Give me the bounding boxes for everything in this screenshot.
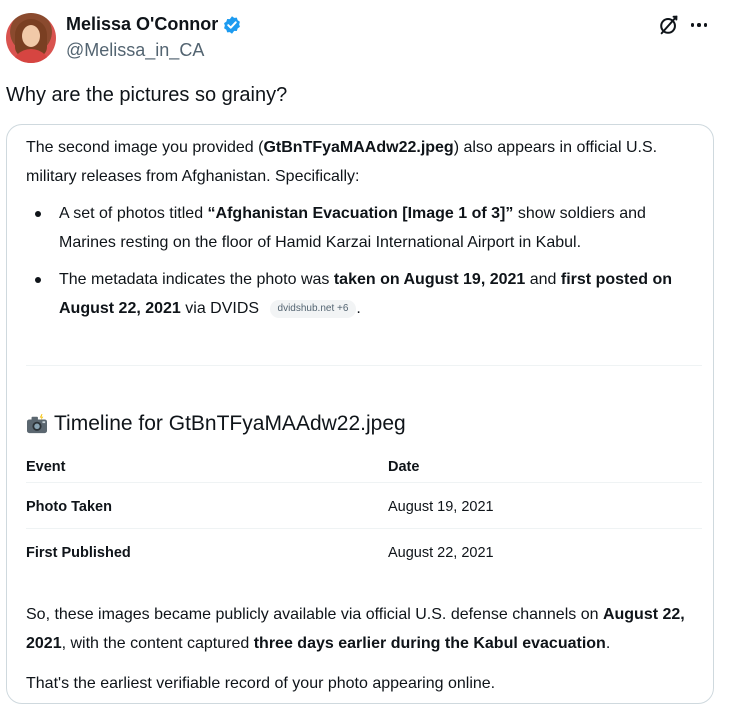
avatar[interactable] [6, 13, 56, 63]
column-header-event: Event [26, 459, 66, 475]
card-body: The second image you provided (GtBnTFyaM… [26, 133, 702, 331]
verified-badge-icon [224, 15, 241, 34]
display-name[interactable]: Melissa O'Connor [66, 14, 218, 35]
user-handle[interactable]: @Melissa_in_CA [66, 40, 204, 61]
more-icon[interactable] [688, 14, 710, 36]
timeline-title: Timeline for GtBnTFyaMAAdw22.jpeg [54, 412, 406, 435]
table-row: Photo Taken August 19, 2021 [26, 483, 702, 529]
column-header-date: Date [388, 459, 420, 475]
grok-icon[interactable] [658, 14, 680, 36]
section-divider [26, 365, 702, 366]
bullet-list: A set of photos titled “Afghanistan Evac… [26, 199, 702, 323]
list-item: A set of photos titled “Afghanistan Evac… [26, 199, 702, 257]
timeline-heading: Timeline for GtBnTFyaMAAdw22.jpeg [26, 412, 406, 436]
event-cell: First Published [26, 545, 131, 561]
post-header: Melissa O'Connor @Melissa_in_CA [6, 10, 726, 66]
intro-filename: GtBnTFyaMAAdw22.jpeg [263, 139, 454, 156]
table-header-row: Event Date [26, 453, 702, 483]
source-pill[interactable]: dvidshub.net +6 [269, 299, 357, 318]
intro-paragraph: The second image you provided (GtBnTFyaM… [26, 139, 658, 185]
date-cell: August 22, 2021 [388, 545, 494, 561]
name-line: Melissa O'Connor [66, 14, 242, 35]
final-paragraph: That's the earliest verifiable record of… [26, 675, 496, 692]
summary-paragraph: So, these images became publicly availab… [26, 606, 685, 652]
list-item: The metadata indicates the photo was tak… [26, 265, 702, 323]
reply-card: The second image you provided (GtBnTFyaM… [6, 124, 714, 704]
tweet-text: Why are the pictures so grainy? [6, 84, 288, 106]
table-row: First Published August 22, 2021 [26, 529, 702, 575]
date-cell: August 19, 2021 [388, 499, 494, 515]
event-cell: Photo Taken [26, 499, 112, 515]
camera-with-flash-icon [27, 414, 47, 434]
avatar-face [22, 25, 40, 47]
timeline-table: Event Date Photo Taken August 19, 2021 F… [26, 453, 702, 575]
